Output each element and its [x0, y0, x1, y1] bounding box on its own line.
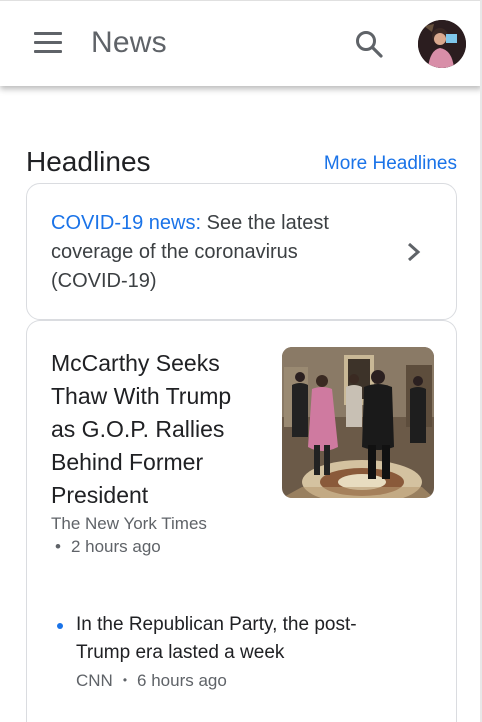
covid-news-card[interactable]: COVID-19 news: See the latest coverage o…: [26, 183, 457, 320]
related-story-time: 6 hours ago: [137, 671, 227, 690]
covid-news-link[interactable]: COVID-19 news:: [51, 212, 201, 234]
related-story-source: CNN: [76, 671, 113, 690]
story-thumbnail-image[interactable]: [282, 347, 434, 498]
story-time-text: 2 hours ago: [70, 537, 161, 556]
related-story-headline[interactable]: In the Republican Party, the post-Trump …: [76, 611, 386, 667]
chevron-right-icon[interactable]: [406, 242, 422, 262]
story-time: • 2 hours ago: [55, 537, 161, 557]
covid-card-text: COVID-19 news: See the latest coverage o…: [51, 209, 371, 296]
separator-dot: •: [122, 673, 128, 687]
app-title: News: [91, 26, 167, 59]
story-headline[interactable]: McCarthy Seeks Thaw With Trump as G.O.P.…: [51, 347, 261, 512]
related-story-meta: CNN • 6 hours ago: [76, 671, 227, 691]
top-story-card: McCarthy Seeks Thaw With Trump as G.O.P.…: [26, 320, 457, 722]
story-source: The New York Times: [51, 514, 207, 533]
separator-dot: •: [55, 537, 61, 556]
user-avatar[interactable]: [418, 20, 466, 68]
section-title: Headlines: [26, 146, 151, 177]
app-bar: News: [0, 0, 482, 86]
bullet-icon: [57, 623, 63, 629]
search-icon[interactable]: [354, 29, 384, 59]
more-headlines-link[interactable]: More Headlines: [324, 153, 457, 175]
hamburger-menu-icon[interactable]: [34, 32, 64, 56]
